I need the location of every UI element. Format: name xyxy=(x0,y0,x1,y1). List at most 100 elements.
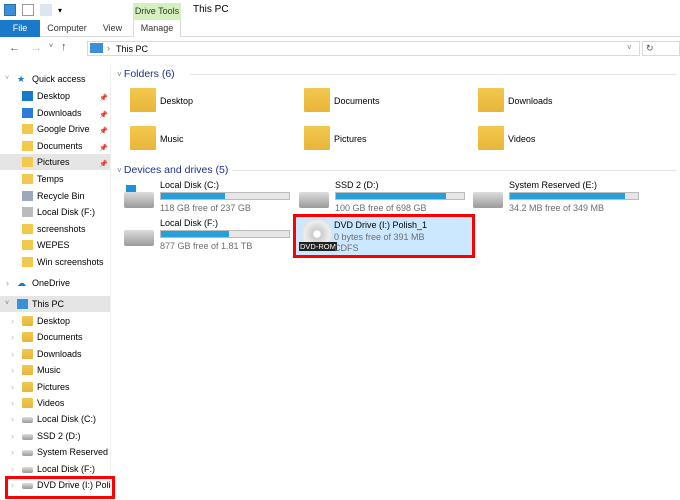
forward-icon[interactable]: → xyxy=(31,42,42,54)
sidebar-item-label: Local Disk (F:) xyxy=(37,463,96,474)
back-icon[interactable]: ← xyxy=(9,42,20,54)
folder-item[interactable]: Downloads xyxy=(478,86,648,118)
quick-access-toolbar: ▾ xyxy=(4,4,62,16)
sidebar-item[interactable]: Desktop 📌 xyxy=(0,88,110,104)
chevron-right-icon[interactable]: › xyxy=(11,461,14,477)
sidebar-item[interactable]: › Pictures xyxy=(0,379,110,395)
sidebar-item[interactable]: › Videos xyxy=(0,395,110,411)
sidebar-this-pc[interactable]: ˅ This PC xyxy=(0,296,110,312)
sidebar-item[interactable]: › Documents xyxy=(0,329,110,345)
recent-dropdown-icon[interactable]: ˅ xyxy=(49,43,53,50)
drive-item[interactable]: System Reserved (E:) 34.2 MB free of 349… xyxy=(469,180,644,214)
sidebar-item[interactable]: Google Drive 📌 xyxy=(0,121,110,137)
chevron-down-icon: ˅ xyxy=(117,70,124,79)
folder-item[interactable]: Music xyxy=(130,124,300,156)
drive-icon xyxy=(22,466,33,473)
chevron-right-icon[interactable]: › xyxy=(6,275,9,291)
computer-icon[interactable] xyxy=(4,4,16,16)
tab-manage[interactable]: Manage xyxy=(133,20,181,37)
chevron-right-icon[interactable]: › xyxy=(11,428,14,444)
folder-item[interactable]: Desktop xyxy=(130,86,300,118)
properties-icon[interactable] xyxy=(22,4,34,16)
chevron-right-icon[interactable]: › xyxy=(11,379,14,395)
sidebar-item[interactable]: Local Disk (F:) xyxy=(0,204,110,220)
drive-icon xyxy=(22,450,33,457)
sidebar-item[interactable]: › Local Disk (C:) xyxy=(0,411,110,427)
chevron-down-icon[interactable]: ˅ xyxy=(5,296,9,312)
tab-file[interactable]: File xyxy=(0,20,40,37)
sidebar-item[interactable]: Documents 📌 xyxy=(0,138,110,154)
chevron-right-icon[interactable]: › xyxy=(11,444,14,460)
drive-name: Local Disk (C:) xyxy=(160,180,220,190)
new-folder-icon[interactable] xyxy=(40,4,52,16)
drive-usage-fill xyxy=(510,193,626,199)
drive-name: DVD Drive (I:) Polish_1 xyxy=(334,220,428,230)
folder-label: Music xyxy=(160,134,184,144)
sidebar-item[interactable]: › SSD 2 (D:) xyxy=(0,428,110,444)
sidebar-onedrive[interactable]: › ☁ OneDrive xyxy=(0,275,110,291)
sidebar-item[interactable]: › Local Disk (F:) xyxy=(0,461,110,477)
sidebar-item[interactable]: › Music xyxy=(0,362,110,378)
folder-icon xyxy=(22,316,33,326)
folder-item[interactable]: Documents xyxy=(304,86,474,118)
sidebar-item[interactable]: Win screenshots xyxy=(0,254,110,270)
tab-computer[interactable]: Computer xyxy=(42,20,92,37)
search-box[interactable]: ↻ xyxy=(642,41,680,56)
refresh-icon[interactable]: ↻ xyxy=(646,43,654,54)
drive-item[interactable]: Local Disk (F:) 877 GB free of 1.81 TB xyxy=(120,218,295,252)
sidebar-item[interactable]: Temps xyxy=(0,171,110,187)
divider xyxy=(232,170,676,171)
tab-view[interactable]: View xyxy=(95,20,130,37)
cloud-icon: ☁ xyxy=(17,278,26,288)
chevron-right-icon[interactable]: › xyxy=(11,313,14,329)
chevron-right-icon[interactable]: › xyxy=(11,329,14,345)
drive-tools-label: Drive Tools xyxy=(133,3,181,20)
customize-dropdown-icon[interactable]: ▾ xyxy=(58,6,62,15)
folder-icon xyxy=(22,207,33,218)
drive-filesystem: CDFS xyxy=(334,243,359,253)
folder-item[interactable]: Videos xyxy=(478,124,648,156)
sidebar-quick-access[interactable]: ˅ ★ Quick access xyxy=(0,71,110,87)
sidebar-item[interactable]: › System Reserved (E: xyxy=(0,444,110,460)
dvd-drive-item[interactable]: DVD-ROM DVD Drive (I:) Polish_1 0 bytes … xyxy=(293,214,475,258)
sidebar-item[interactable]: Recycle Bin xyxy=(0,188,110,204)
chevron-right-icon[interactable]: › xyxy=(11,346,14,362)
pin-icon[interactable]: 📌 xyxy=(99,91,108,104)
up-icon[interactable]: ↑ xyxy=(61,41,67,53)
drive-icon xyxy=(124,230,154,246)
sidebar-item[interactable]: Pictures 📌 xyxy=(0,154,110,171)
drive-usage-fill xyxy=(161,193,225,199)
sidebar-item[interactable]: › Downloads xyxy=(0,346,110,362)
pin-icon[interactable]: 📌 xyxy=(99,141,108,154)
address-bar[interactable]: › This PC ˅ xyxy=(87,41,640,56)
pin-icon[interactable]: 📌 xyxy=(99,157,108,170)
address-dropdown-icon[interactable]: ˅ xyxy=(627,43,632,52)
chevron-right-icon[interactable]: › xyxy=(11,395,14,411)
drive-item[interactable]: SSD 2 (D:) 100 GB free of 698 GB xyxy=(295,180,470,214)
folder-item[interactable]: Pictures xyxy=(304,124,474,156)
pin-icon[interactable]: 📌 xyxy=(99,108,108,121)
chevron-right-icon[interactable]: › xyxy=(11,411,14,427)
sidebar-label: Quick access xyxy=(32,74,86,84)
sidebar-item[interactable]: screenshots xyxy=(0,221,110,237)
sidebar-item[interactable]: › Desktop xyxy=(0,313,110,329)
sidebar-label: This PC xyxy=(32,299,65,309)
sidebar-item[interactable]: WEPES xyxy=(0,237,110,253)
drive-item[interactable]: Local Disk (C:) 118 GB free of 237 GB xyxy=(120,180,295,214)
drives-header[interactable]: ˅ Devices and drives (5) xyxy=(117,164,228,176)
breadcrumb[interactable]: This PC xyxy=(116,44,148,54)
folder-icon xyxy=(22,140,33,151)
drive-usage-fill xyxy=(336,193,447,199)
sidebar-item-label: Temps xyxy=(37,174,64,184)
sidebar-item[interactable]: Downloads 📌 xyxy=(0,105,110,121)
folder-label: Documents xyxy=(334,96,380,106)
folders-header[interactable]: ˅ Folders (6) xyxy=(117,68,175,80)
chevron-down-icon[interactable]: ˅ xyxy=(5,71,9,87)
window-title: This PC xyxy=(193,4,229,15)
pin-icon[interactable]: 📌 xyxy=(99,124,108,137)
folder-icon xyxy=(22,174,33,184)
chevron-right-icon[interactable]: › xyxy=(11,362,14,378)
drives-header-text: Devices and drives (5) xyxy=(123,164,229,176)
sidebar-item-label: Desktop xyxy=(37,316,71,326)
folder-icon xyxy=(130,88,156,112)
